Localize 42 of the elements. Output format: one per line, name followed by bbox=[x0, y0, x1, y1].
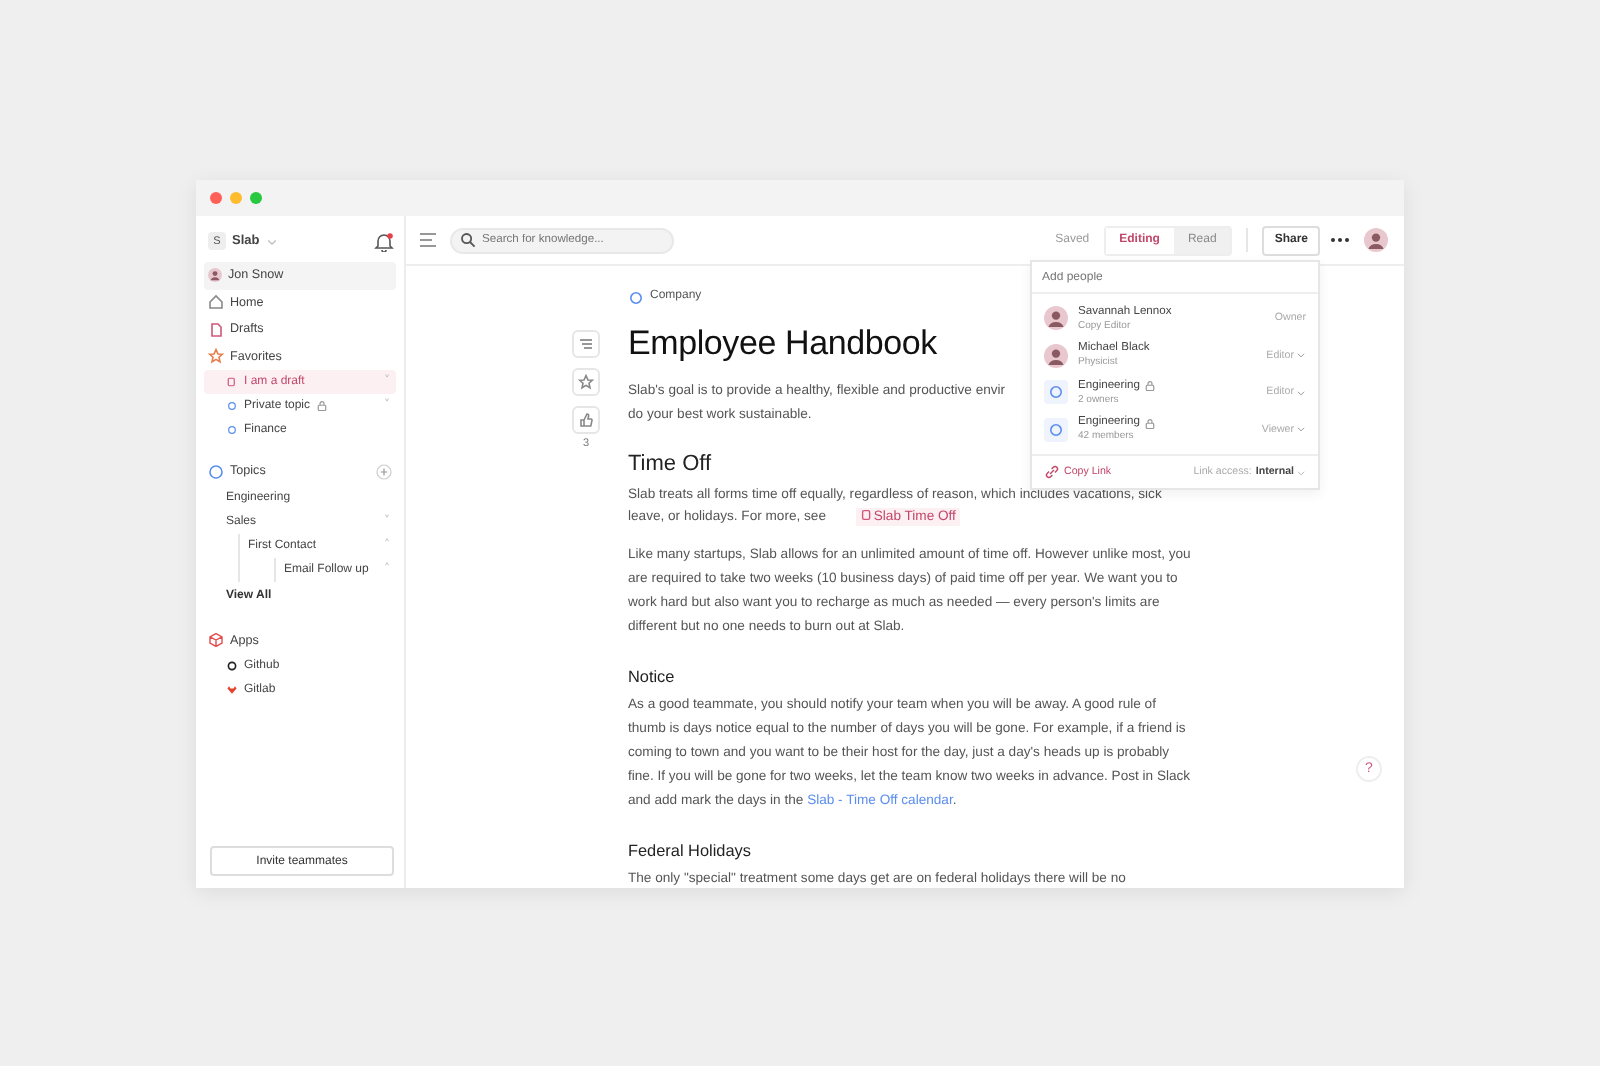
add-icon bbox=[376, 463, 392, 480]
section-heading: Time Off bbox=[628, 449, 712, 478]
close-window-button[interactable] bbox=[210, 192, 222, 204]
bell-icon bbox=[374, 231, 394, 251]
thumbs-up-icon bbox=[578, 412, 594, 428]
avatar-icon bbox=[1044, 343, 1068, 368]
document-icon bbox=[226, 376, 238, 388]
cube-icon bbox=[208, 632, 224, 649]
section-heading: Federal Holidays bbox=[628, 840, 751, 865]
document-icon bbox=[859, 508, 874, 523]
menu-icon bbox=[418, 230, 438, 250]
circle-icon bbox=[226, 400, 238, 412]
like-button[interactable] bbox=[572, 406, 600, 434]
chevron-down-icon bbox=[265, 235, 278, 247]
chevron-down-icon bbox=[1296, 467, 1306, 477]
document-icon bbox=[208, 321, 224, 338]
user-avatar bbox=[1364, 228, 1388, 252]
document-title: Employee Handbook bbox=[628, 322, 937, 366]
star-icon bbox=[578, 374, 594, 390]
chevron-down-icon bbox=[1296, 350, 1306, 361]
search-icon bbox=[460, 232, 476, 248]
zoom-window-button[interactable] bbox=[250, 192, 262, 204]
group-icon bbox=[1044, 380, 1068, 405]
more-icon bbox=[1330, 236, 1350, 244]
circle-icon bbox=[208, 463, 224, 480]
outline-button[interactable] bbox=[572, 330, 600, 358]
minimize-window-button[interactable] bbox=[230, 192, 242, 204]
avatar-icon bbox=[1044, 306, 1068, 331]
avatar-icon bbox=[208, 268, 222, 283]
chevron-down-icon bbox=[1296, 424, 1306, 435]
house-icon bbox=[208, 294, 224, 311]
fox-icon bbox=[226, 684, 238, 696]
circle-icon bbox=[226, 424, 238, 436]
group-icon bbox=[1044, 417, 1068, 442]
octocat-icon bbox=[226, 660, 238, 672]
list-icon bbox=[578, 336, 594, 352]
chevron-down-icon bbox=[1296, 387, 1306, 398]
circle-icon bbox=[628, 290, 644, 306]
section-heading: Notice bbox=[628, 666, 675, 691]
link-icon bbox=[1044, 464, 1060, 480]
star-icon bbox=[208, 348, 224, 365]
favorite-button[interactable] bbox=[572, 368, 600, 396]
